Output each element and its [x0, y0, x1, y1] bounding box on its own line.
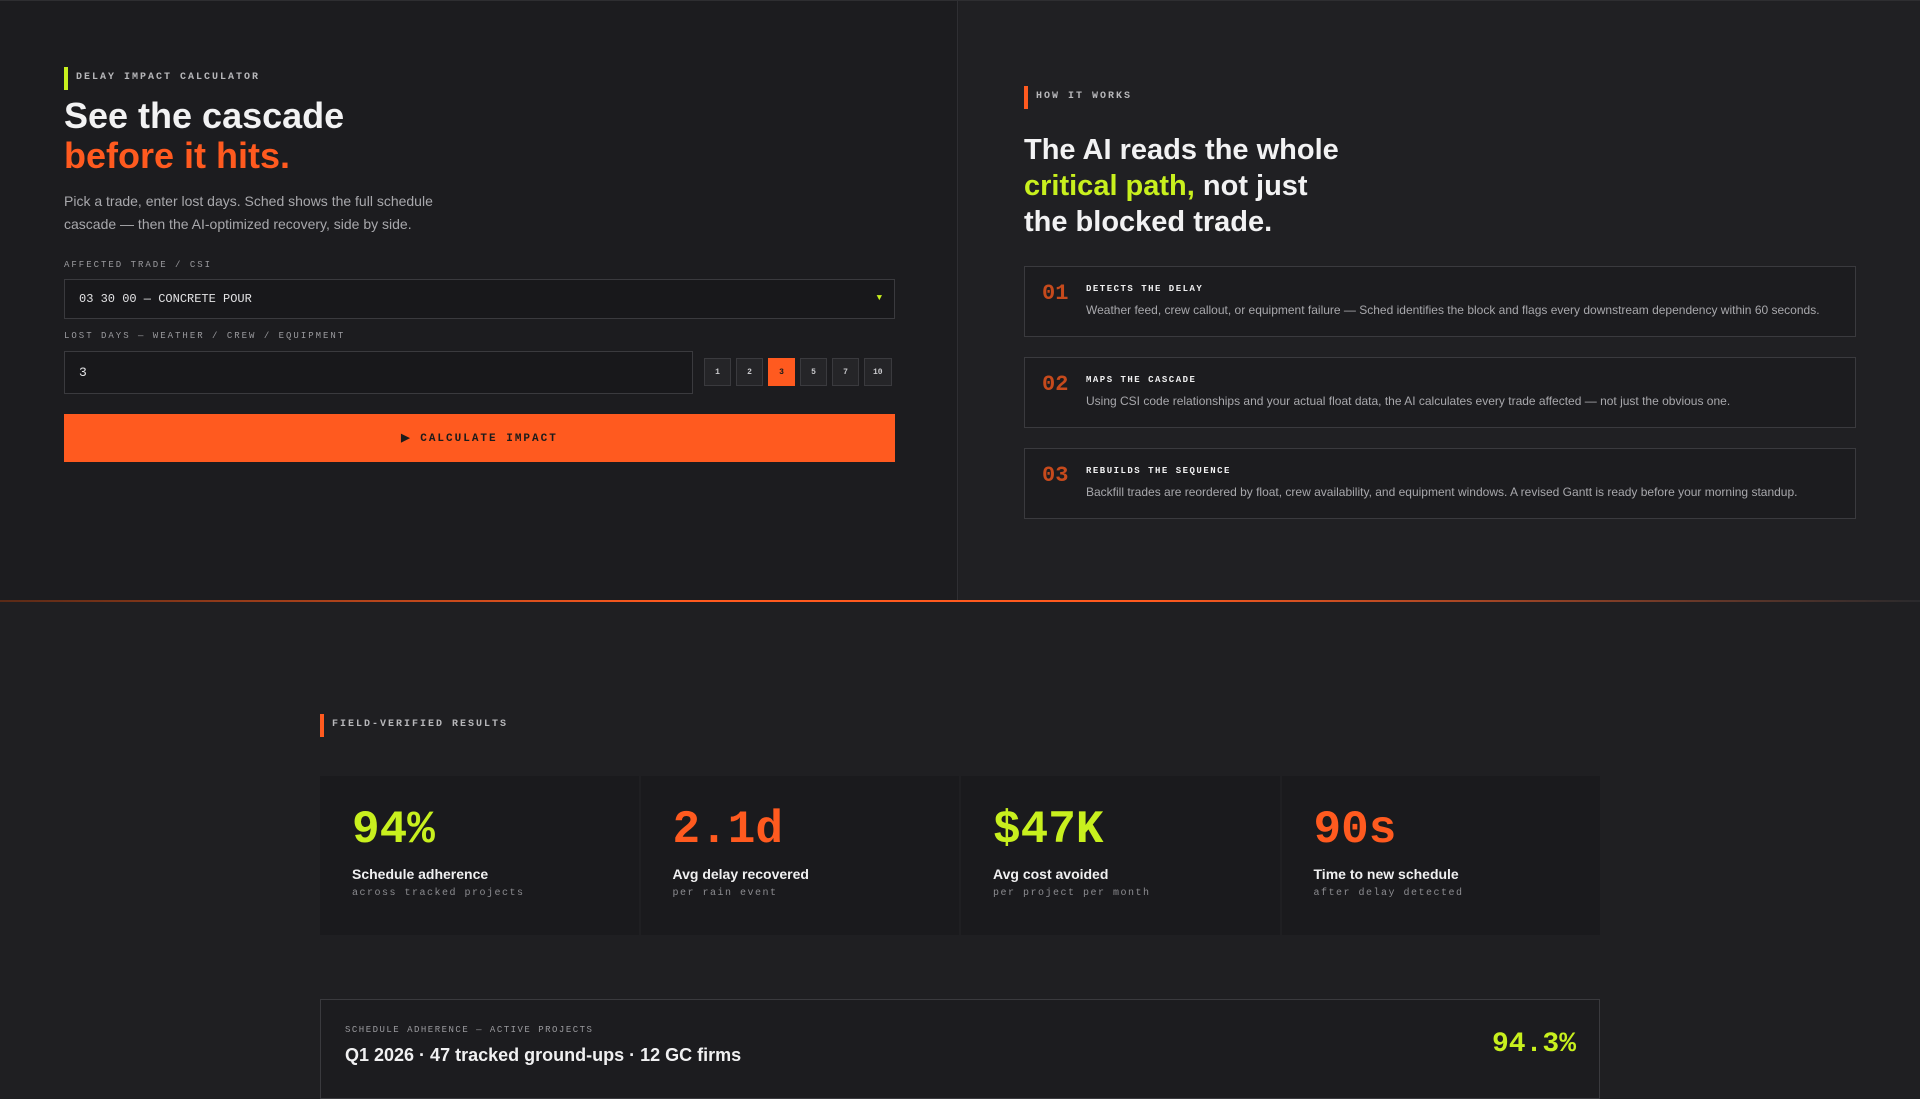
how-title-line2: not just — [1194, 170, 1308, 202]
days-field-label: LOST DAYS — WEATHER / CREW / EQUIPMENT — [64, 331, 346, 341]
how-title-line1: The AI reads the whole — [1024, 134, 1339, 166]
day-quick-picks: 1 2 3 5 7 10 — [704, 358, 892, 386]
stat-value: 94% — [352, 804, 435, 856]
lost-days-input[interactable]: 3 — [64, 351, 693, 394]
step-card: 01 DETECTS THE DELAY Weather feed, crew … — [1024, 266, 1856, 337]
results-stats: 94% Schedule adherence across tracked pr… — [320, 776, 1600, 935]
day-chip[interactable]: 7 — [832, 358, 859, 386]
adherence-percent: 94.3% — [1491, 1029, 1576, 1060]
stat-label: Avg cost avoided — [993, 866, 1109, 882]
trade-field-label: AFFECTED TRADE / CSI — [64, 260, 213, 270]
step-card: 03 REBUILDS THE SEQUENCE Backfill trades… — [1024, 448, 1856, 519]
step-description: Backfill trades are reordered by float, … — [1086, 485, 1798, 499]
day-chip[interactable]: 2 — [736, 358, 763, 386]
calculator-title: See the cascade before it hits. — [64, 96, 344, 176]
stat-card: 90s Time to new schedule after delay det… — [1281, 776, 1600, 935]
step-title: REBUILDS THE SEQUENCE — [1086, 466, 1231, 476]
stat-value: 90s — [1313, 804, 1397, 856]
step-card: 02 MAPS THE CASCADE Using CSI code relat… — [1024, 357, 1856, 428]
chevron-down-icon: ▼ — [876, 293, 882, 303]
step-number: 03 — [1042, 463, 1069, 488]
stat-sub: per rain event — [672, 888, 778, 899]
adherence-title: Q1 2026 · 47 tracked ground-ups · 12 GC … — [345, 1045, 742, 1065]
calculator-description: Pick a trade, enter lost days. Sched sho… — [64, 193, 433, 232]
stat-sub: per project per month — [993, 888, 1151, 899]
adherence-eyebrow: SCHEDULE ADHERENCE — ACTIVE PROJECTS — [345, 1025, 594, 1035]
stat-card: 2.1d Avg delay recovered per rain event — [640, 776, 959, 935]
stat-sub: across tracked projects — [352, 888, 525, 899]
stat-value: 2.1d — [672, 804, 783, 856]
stat-sub: after delay detected — [1313, 888, 1464, 899]
step-description: Using CSI code relationships and your ac… — [1086, 394, 1731, 408]
how-it-works-title: The AI reads the whole critical path, no… — [1024, 132, 1339, 240]
how-title-line3: the blocked trade. — [1024, 206, 1273, 238]
calculate-impact-button[interactable]: ▶ CALCULATE IMPACT — [64, 414, 895, 462]
day-chip-selected[interactable]: 3 — [768, 358, 795, 386]
stat-card: $47K Avg cost avoided per project per mo… — [961, 776, 1280, 935]
trade-select[interactable]: 03 30 00 — CONCRETE POUR ▼ — [64, 279, 895, 319]
stat-label: Avg delay recovered — [672, 866, 809, 882]
adherence-card: SCHEDULE ADHERENCE — ACTIVE PROJECTS Q1 … — [320, 999, 1600, 1099]
day-chip[interactable]: 10 — [864, 358, 892, 386]
stat-label: Time to new schedule — [1313, 866, 1459, 882]
step-description: Weather feed, crew callout, or equipment… — [1086, 303, 1820, 317]
day-chip[interactable]: 1 — [704, 358, 731, 386]
section-divider — [0, 600, 1920, 602]
step-number: 01 — [1042, 281, 1069, 306]
calculator-eyebrow: DELAY IMPACT CALCULATOR — [64, 67, 260, 90]
top-section: DELAY IMPACT CALCULATOR See the cascade … — [0, 0, 1920, 602]
step-title: DETECTS THE DELAY — [1086, 284, 1204, 294]
day-chip[interactable]: 5 — [800, 358, 827, 386]
step-number: 02 — [1042, 372, 1069, 397]
how-it-works-eyebrow: HOW IT WORKS — [1024, 86, 1132, 109]
trade-select-value: 03 30 00 — CONCRETE POUR — [79, 292, 252, 306]
how-title-highlight: critical path, — [1024, 170, 1195, 202]
calculator-title-line1: See the cascade — [64, 95, 345, 136]
stat-value: $47K — [993, 804, 1104, 856]
delay-calculator-panel: DELAY IMPACT CALCULATOR See the cascade … — [0, 1, 958, 601]
step-title: MAPS THE CASCADE — [1086, 375, 1197, 385]
results-eyebrow: FIELD-VERIFIED RESULTS — [320, 714, 508, 737]
stat-card: 94% Schedule adherence across tracked pr… — [320, 776, 639, 935]
calculator-title-line2: before it hits. — [64, 135, 291, 176]
stat-label: Schedule adherence — [352, 866, 489, 882]
